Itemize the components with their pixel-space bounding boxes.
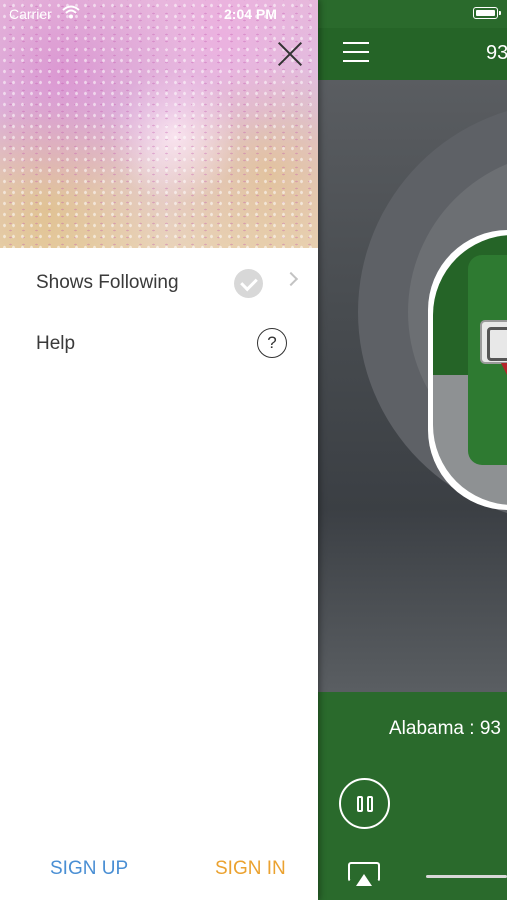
drawer-header-image	[0, 0, 318, 248]
menu-item-label: Shows Following	[36, 272, 179, 293]
now-playing-text: Alabama : 93	[389, 718, 501, 739]
airplay-icon[interactable]	[348, 860, 380, 888]
sign-up-button[interactable]: SIGN UP	[50, 858, 128, 880]
question-circle-icon: ?	[257, 328, 287, 358]
player-screen: 93 Alabama : 93	[318, 0, 507, 900]
player-nav-bar: 93	[318, 28, 507, 80]
menu-item-shows-following[interactable]: Shows Following	[0, 256, 318, 312]
carrier-label: Carrier	[9, 6, 52, 22]
checkmark-circle-icon	[234, 269, 263, 298]
menu-item-help[interactable]: Help ?	[0, 317, 318, 373]
menu-item-label: Help	[36, 333, 76, 354]
sign-in-button[interactable]: SIGN IN	[215, 858, 286, 880]
battery-icon	[473, 7, 501, 19]
side-drawer: Carrier 2:04 PM Shows Following Help ? S…	[0, 0, 318, 900]
status-bar: Carrier 2:04 PM	[0, 0, 318, 28]
station-logo-arrow	[501, 363, 507, 375]
close-icon[interactable]	[276, 40, 304, 68]
station-artwork	[318, 80, 507, 692]
player-status-bar	[318, 0, 507, 28]
chevron-right-icon	[283, 271, 299, 287]
clock: 2:04 PM	[224, 6, 277, 22]
pause-button[interactable]	[339, 778, 390, 829]
wifi-icon	[62, 5, 80, 19]
hamburger-menu-icon[interactable]	[343, 41, 369, 63]
station-title: 93	[486, 42, 507, 64]
volume-slider[interactable]	[426, 875, 507, 878]
station-logo-mark	[480, 320, 507, 364]
